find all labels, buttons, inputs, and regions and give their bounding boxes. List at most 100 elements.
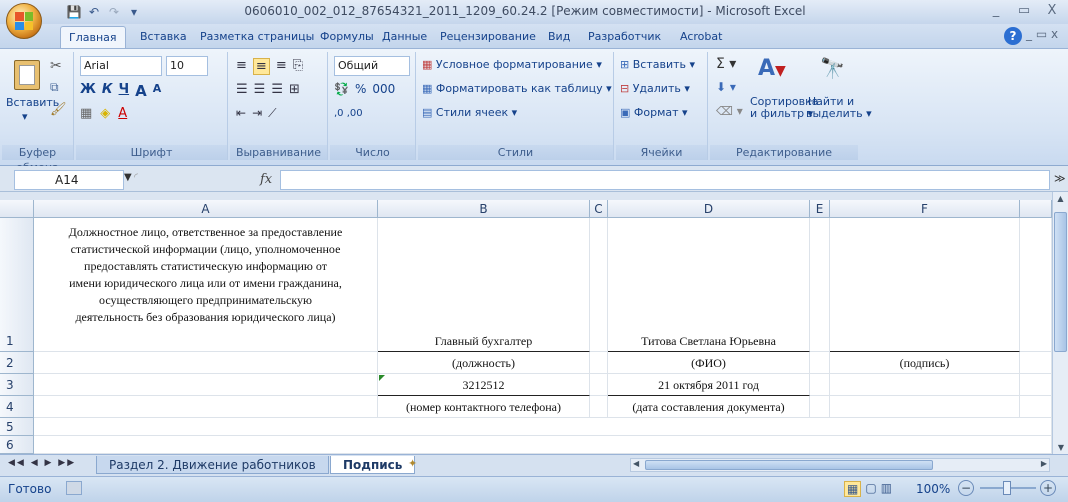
vertical-scroll-thumb[interactable] <box>1054 212 1067 352</box>
expand-formula-icon[interactable]: ≫ <box>1054 172 1066 185</box>
decrease-indent-icon[interactable]: ⇤ <box>236 106 246 121</box>
find-select-icon[interactable]: 🔭 <box>820 56 845 80</box>
tab-developer[interactable]: Разработчик <box>580 26 669 48</box>
cell-f1[interactable] <box>830 218 1020 352</box>
row-header-1[interactable]: 1 <box>0 218 34 352</box>
fill-color-icon[interactable]: ◈ <box>100 106 110 121</box>
cell-c1[interactable] <box>590 218 608 352</box>
help-icon[interactable]: ? <box>1004 27 1022 45</box>
cell-styles-button[interactable]: Стили ячеек <box>436 106 508 119</box>
column-header-b[interactable]: B <box>378 200 590 218</box>
close-button[interactable]: X <box>1040 2 1064 20</box>
tab-formulas[interactable]: Формулы <box>312 26 382 48</box>
cell-d2[interactable]: (ФИО) <box>608 352 810 374</box>
customize-qat-icon[interactable]: ▾ <box>126 4 142 20</box>
maximize-button[interactable]: ▭ <box>1012 2 1036 20</box>
row-header-2[interactable]: 2 <box>0 352 34 374</box>
page-break-view-icon[interactable]: ▥ <box>881 481 892 497</box>
cell-g3[interactable] <box>1020 374 1052 396</box>
tab-data[interactable]: Данные <box>374 26 435 48</box>
row-header-6[interactable]: 6 <box>0 436 34 454</box>
insert-function-button[interactable]: fx <box>260 170 280 190</box>
tab-insert[interactable]: Вставка <box>132 26 195 48</box>
underline-button[interactable]: Ч <box>119 82 130 100</box>
cell-e1[interactable] <box>810 218 830 352</box>
cell-b2[interactable]: (должность) <box>378 352 590 374</box>
sheet-tab-razdel-2[interactable]: Раздел 2. Движение работников <box>96 456 329 474</box>
tab-acrobat[interactable]: Acrobat <box>672 26 730 48</box>
currency-icon[interactable]: 💱 <box>334 82 349 96</box>
font-color-icon[interactable]: A <box>118 106 127 121</box>
tab-page-layout[interactable]: Разметка страницы <box>192 26 322 48</box>
scroll-up-icon[interactable]: ▲ <box>1055 194 1066 206</box>
column-header-f[interactable]: F <box>830 200 1020 218</box>
decrease-font-button[interactable]: A <box>153 82 162 100</box>
column-header-e[interactable]: E <box>810 200 830 218</box>
sheet-nav-buttons[interactable]: ◀◀ ◀ ▶ ▶▶ <box>8 458 76 468</box>
bold-button[interactable]: Ж <box>80 82 96 100</box>
copy-icon[interactable]: ⧉ <box>50 80 59 95</box>
cell-e3[interactable] <box>810 374 830 396</box>
cell-a1[interactable]: Должностное лицо, ответственное за предо… <box>34 218 378 352</box>
format-as-table-button[interactable]: Форматировать как таблицу <box>436 82 603 95</box>
tab-view[interactable]: Вид <box>540 26 578 48</box>
undo-icon[interactable]: ↶ <box>86 4 102 20</box>
zoom-level[interactable]: 100% <box>916 482 950 496</box>
scroll-right-icon[interactable]: ▶ <box>1041 459 1047 468</box>
merge-cells-icon[interactable]: ⊞ <box>289 82 300 97</box>
orientation-icon[interactable]: ⟋ <box>268 106 276 121</box>
cell-a3[interactable] <box>34 374 378 396</box>
autosum-button[interactable]: Σ <box>716 56 725 72</box>
italic-button[interactable]: К <box>102 82 113 100</box>
align-middle-icon[interactable]: ≡ <box>252 58 270 75</box>
cell-c2[interactable] <box>590 352 608 374</box>
align-left-icon[interactable]: ☰ <box>236 82 248 97</box>
sheet-tab-podpis[interactable]: Подпись <box>330 456 416 474</box>
ribbon-minimize-icon[interactable]: _ ▭ x <box>1026 27 1058 41</box>
macro-record-icon[interactable] <box>66 481 82 495</box>
row-header-4[interactable]: 4 <box>0 396 34 418</box>
align-bottom-icon[interactable]: ≡ <box>276 58 287 75</box>
cell-f2[interactable]: (подпись) <box>830 352 1020 374</box>
cell-b1[interactable]: Главный бухгалтер <box>378 218 590 352</box>
find-select-button[interactable]: Найти ивыделить ▾ <box>806 96 872 120</box>
cell-d4[interactable]: (дата составления документа) <box>608 396 810 418</box>
formula-input[interactable] <box>280 170 1050 190</box>
cell-f4[interactable] <box>830 396 1020 418</box>
delete-button[interactable]: Удалить <box>633 82 681 95</box>
row-header-3[interactable]: 3 <box>0 374 34 396</box>
format-painter-icon[interactable]: 🖌 <box>50 102 67 117</box>
normal-view-icon[interactable]: ▦ <box>844 481 862 497</box>
increase-font-button[interactable]: A <box>135 82 147 100</box>
office-button[interactable] <box>6 3 42 39</box>
cell-c3[interactable] <box>590 374 608 396</box>
select-all-corner[interactable] <box>0 200 34 218</box>
paste-icon[interactable] <box>14 60 40 90</box>
font-name-combo[interactable]: Arial <box>80 56 162 76</box>
name-box-dropdown-icon[interactable]: ▼ <box>124 172 132 183</box>
cell-g1[interactable] <box>1020 218 1052 352</box>
zoom-out-icon[interactable]: − <box>958 480 974 496</box>
minimize-button[interactable]: _ <box>984 2 1008 20</box>
page-layout-view-icon[interactable]: ▢ <box>865 481 876 497</box>
cell-a2[interactable] <box>34 352 378 374</box>
row-6-cells[interactable] <box>34 436 1052 454</box>
insert-button[interactable]: Вставить <box>633 58 686 71</box>
cell-a4[interactable] <box>34 396 378 418</box>
column-header-d[interactable]: D <box>608 200 810 218</box>
cell-e4[interactable] <box>810 396 830 418</box>
decimal-buttons[interactable]: ,0 ,00 <box>334 108 363 119</box>
cut-icon[interactable]: ✂ <box>50 58 62 74</box>
column-header-c[interactable]: C <box>590 200 608 218</box>
wrap-text-icon[interactable]: ⎘ <box>293 58 303 75</box>
font-size-combo[interactable]: 10 <box>166 56 208 76</box>
cell-g2[interactable] <box>1020 352 1052 374</box>
cell-e2[interactable] <box>810 352 830 374</box>
align-top-icon[interactable]: ≡ <box>236 58 247 75</box>
redo-icon[interactable]: ↷ <box>106 4 122 20</box>
increase-indent-icon[interactable]: ⇥ <box>252 106 262 121</box>
horizontal-scrollbar[interactable]: ◀ ▶ <box>630 458 1050 472</box>
clear-icon[interactable]: ⌫ ▾ <box>716 104 743 118</box>
cell-d1[interactable]: Титова Светлана Юрьевна <box>608 218 810 352</box>
borders-icon[interactable]: ▦ <box>80 106 92 121</box>
